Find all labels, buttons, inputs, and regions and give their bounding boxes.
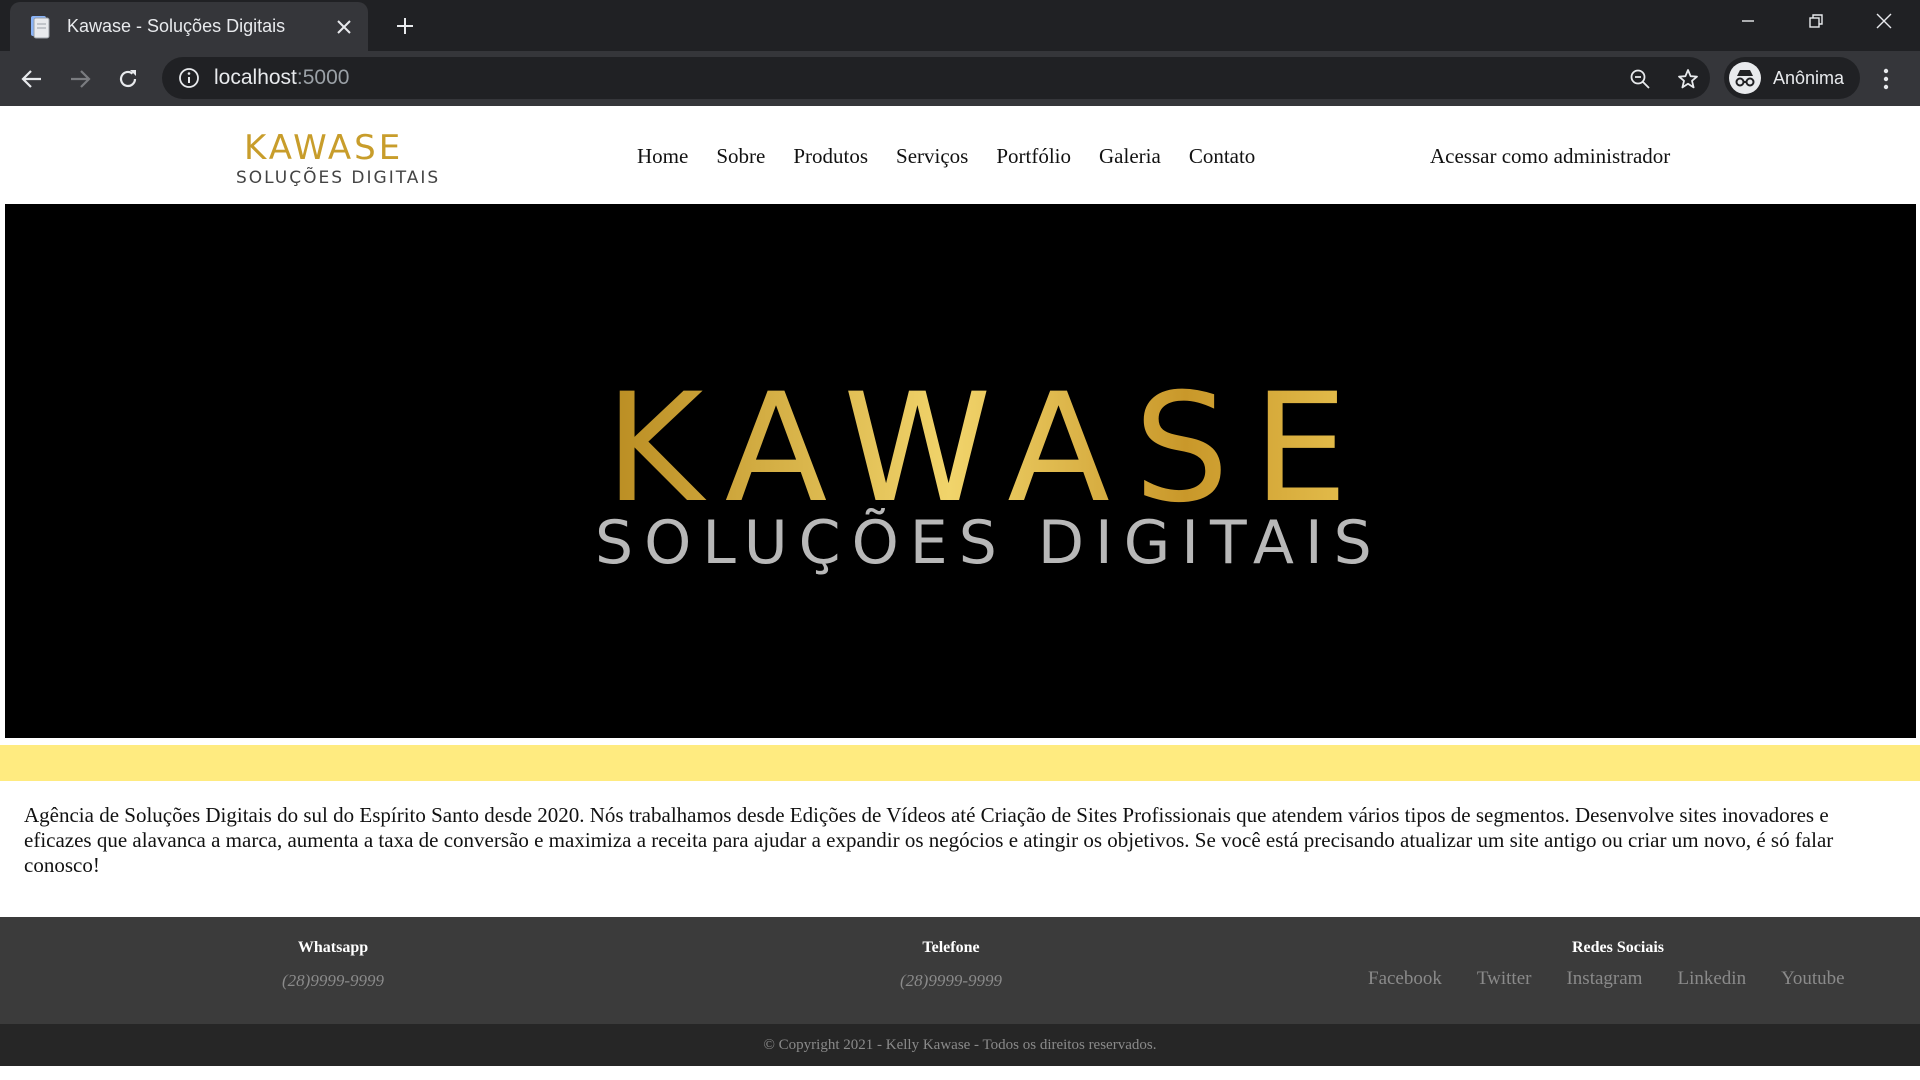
nav-sobre[interactable]: Sobre bbox=[716, 144, 765, 169]
close-window-icon[interactable] bbox=[1850, 0, 1918, 42]
about-text: Agência de Soluções Digitais do sul do E… bbox=[24, 803, 1834, 877]
linkedin-link[interactable]: Linkedin bbox=[1677, 968, 1746, 990]
bookmark-star-icon[interactable] bbox=[1672, 63, 1704, 95]
reload-icon[interactable] bbox=[110, 61, 146, 97]
hero-brand: KAWASE bbox=[595, 374, 1383, 524]
nav-servicos[interactable]: Serviços bbox=[896, 144, 968, 169]
whatsapp-number: (28)9999-9999 bbox=[282, 971, 384, 990]
footer-phone: Telefone (28)9999-9999 bbox=[851, 939, 1051, 991]
nav-produtos[interactable]: Produtos bbox=[793, 144, 868, 169]
url-port: :5000 bbox=[296, 66, 350, 89]
close-tab-icon[interactable] bbox=[330, 13, 358, 41]
forward-icon[interactable] bbox=[62, 61, 98, 97]
logo-brand: KAWASE bbox=[244, 128, 404, 168]
browser-menu-icon[interactable] bbox=[1870, 63, 1902, 95]
nav-portfolio[interactable]: Portfólio bbox=[996, 144, 1071, 169]
nav-galeria[interactable]: Galeria bbox=[1099, 144, 1161, 169]
main-nav: Home Sobre Produtos Serviços Portfólio G… bbox=[637, 144, 1283, 169]
footer-whatsapp: Whatsapp (28)9999-9999 bbox=[233, 939, 433, 991]
logo-subtitle: SOLUÇÕES DIGITAIS bbox=[236, 168, 441, 188]
url-text: localhost:5000 bbox=[214, 66, 349, 90]
social-links: Facebook Twitter Instagram Linkedin Yout… bbox=[1368, 968, 1868, 990]
zoom-icon[interactable] bbox=[1624, 63, 1656, 95]
footer-social: Redes Sociais Facebook Twitter Instagram… bbox=[1368, 939, 1868, 990]
copyright-text: © Copyright 2021 - Kelly Kawase - Todos … bbox=[763, 1036, 1157, 1053]
youtube-link[interactable]: Youtube bbox=[1781, 968, 1845, 990]
phone-title: Telefone bbox=[922, 939, 980, 956]
profile-label: Anônima bbox=[1773, 67, 1845, 88]
hero-subtitle: SOLUÇÕES DIGITAIS bbox=[595, 508, 1383, 578]
nav-home[interactable]: Home bbox=[637, 144, 688, 169]
url-host: localhost bbox=[214, 66, 297, 89]
document-icon bbox=[29, 15, 51, 39]
footer-copyright: © Copyright 2021 - Kelly Kawase - Todos … bbox=[0, 1024, 1920, 1066]
site-info-icon[interactable] bbox=[176, 65, 202, 91]
browser-tabbar: Kawase - Soluções Digitais bbox=[0, 0, 1920, 51]
browser-toolbar: localhost:5000 Anônima bbox=[0, 51, 1920, 106]
hero-banner: KAWASE SOLUÇÕES DIGITAIS bbox=[5, 204, 1916, 738]
twitter-link[interactable]: Twitter bbox=[1477, 968, 1532, 990]
restore-icon[interactable] bbox=[1782, 0, 1850, 42]
nav-contato[interactable]: Contato bbox=[1189, 144, 1256, 169]
facebook-link[interactable]: Facebook bbox=[1368, 968, 1442, 990]
site-header: KAWASE SOLUÇÕES DIGITAIS Home Sobre Prod… bbox=[0, 106, 1920, 204]
admin-login-link[interactable]: Acessar como administrador bbox=[1430, 144, 1670, 169]
site-logo[interactable]: KAWASE SOLUÇÕES DIGITAIS bbox=[236, 128, 442, 192]
new-tab-icon[interactable] bbox=[388, 11, 422, 41]
hero-logo: KAWASE SOLUÇÕES DIGITAIS bbox=[595, 374, 1383, 578]
incognito-profile-button[interactable]: Anônima bbox=[1724, 57, 1860, 99]
address-bar[interactable]: localhost:5000 bbox=[162, 57, 1710, 99]
social-title: Redes Sociais bbox=[1572, 939, 1664, 956]
accent-band bbox=[0, 745, 1920, 781]
back-icon[interactable] bbox=[14, 61, 50, 97]
minimize-icon[interactable] bbox=[1714, 0, 1782, 42]
whatsapp-title: Whatsapp bbox=[297, 939, 369, 956]
phone-number: (28)9999-9999 bbox=[900, 971, 1002, 990]
footer-contacts: Whatsapp (28)9999-9999 Telefone (28)9999… bbox=[0, 917, 1920, 1024]
tab-title: Kawase - Soluções Digitais bbox=[67, 16, 286, 36]
instagram-link[interactable]: Instagram bbox=[1566, 968, 1642, 990]
browser-tab[interactable]: Kawase - Soluções Digitais bbox=[10, 2, 368, 51]
incognito-icon bbox=[1729, 62, 1761, 94]
